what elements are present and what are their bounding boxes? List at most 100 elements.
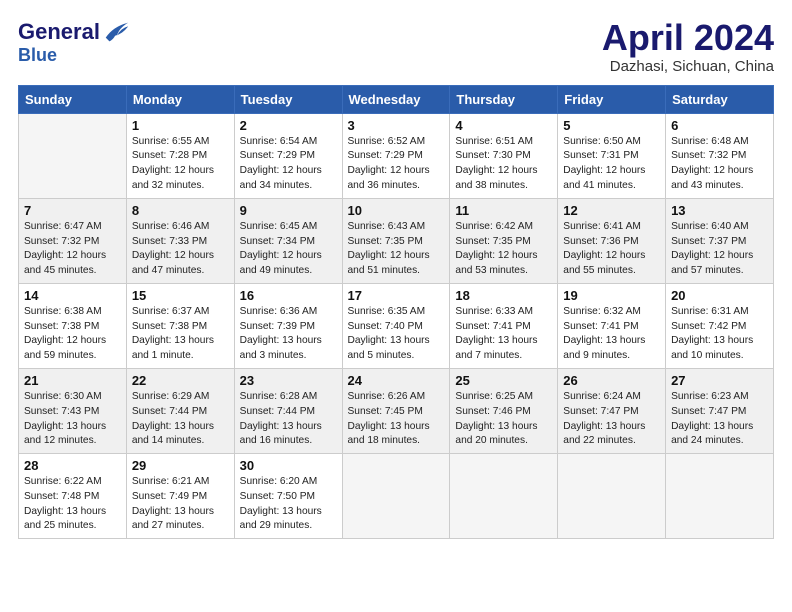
calendar-day-cell: 29 Sunrise: 6:21 AMSunset: 7:49 PMDayligh…	[126, 454, 234, 539]
day-number: 23	[240, 373, 337, 388]
weekday-header: Monday	[126, 85, 234, 113]
day-info: Sunrise: 6:24 AMSunset: 7:47 PMDaylight:…	[563, 390, 660, 449]
day-number: 10	[348, 203, 445, 218]
day-number: 30	[240, 458, 337, 473]
day-info: Sunrise: 6:52 AMSunset: 7:29 PMDaylight:…	[348, 135, 445, 194]
calendar-day-cell: 28 Sunrise: 6:22 AMSunset: 7:48 PMDayligh…	[19, 454, 127, 539]
calendar-day-cell: 3 Sunrise: 6:52 AMSunset: 7:29 PMDaylight…	[342, 113, 450, 198]
day-number: 2	[240, 118, 337, 133]
day-number: 14	[24, 288, 121, 303]
day-info: Sunrise: 6:47 AMSunset: 7:32 PMDaylight:…	[24, 220, 121, 279]
calendar-day-cell: 24 Sunrise: 6:26 AMSunset: 7:45 PMDayligh…	[342, 368, 450, 453]
day-number: 26	[563, 373, 660, 388]
calendar-day-cell	[450, 454, 558, 539]
day-number: 8	[132, 203, 229, 218]
day-number: 22	[132, 373, 229, 388]
day-number: 16	[240, 288, 337, 303]
day-info: Sunrise: 6:32 AMSunset: 7:41 PMDaylight:…	[563, 305, 660, 364]
day-info: Sunrise: 6:54 AMSunset: 7:29 PMDaylight:…	[240, 135, 337, 194]
header: General Blue April 2024 Dazhasi, Sichuan…	[18, 18, 774, 75]
calendar-day-cell	[19, 113, 127, 198]
calendar-day-cell: 25Sunrise: 6:25 AMSunset: 7:46 PMDayligh…	[450, 368, 558, 453]
day-number: 9	[240, 203, 337, 218]
day-info: Sunrise: 6:25 AMSunset: 7:46 PMDaylight:…	[455, 390, 552, 449]
day-number: 13	[671, 203, 768, 218]
calendar-day-cell: 16 Sunrise: 6:36 AMSunset: 7:39 PMDayligh…	[234, 283, 342, 368]
day-info: Sunrise: 6:43 AMSunset: 7:35 PMDaylight:…	[348, 220, 445, 279]
day-info: Sunrise: 6:37 AMSunset: 7:38 PMDaylight:…	[132, 305, 229, 364]
day-number: 11	[455, 203, 552, 218]
day-number: 15	[132, 288, 229, 303]
day-info: Sunrise: 6:50 AMSunset: 7:31 PMDaylight:…	[563, 135, 660, 194]
day-number: 21	[24, 373, 121, 388]
logo: General Blue	[18, 18, 130, 66]
day-info: Sunrise: 6:30 AMSunset: 7:43 PMDaylight:…	[24, 390, 121, 449]
day-number: 6	[671, 118, 768, 133]
weekday-header: Saturday	[666, 85, 774, 113]
day-info: Sunrise: 6:26 AMSunset: 7:45 PMDaylight:…	[348, 390, 445, 449]
calendar-day-cell: 7Sunrise: 6:47 AMSunset: 7:32 PMDaylight…	[19, 198, 127, 283]
day-info: Sunrise: 6:51 AMSunset: 7:30 PMDaylight:…	[455, 135, 552, 194]
day-info: Sunrise: 6:48 AMSunset: 7:32 PMDaylight:…	[671, 135, 768, 194]
day-info: Sunrise: 6:46 AMSunset: 7:33 PMDaylight:…	[132, 220, 229, 279]
day-info: Sunrise: 6:41 AMSunset: 7:36 PMDaylight:…	[563, 220, 660, 279]
day-number: 28	[24, 458, 121, 473]
calendar-day-cell: 30 Sunrise: 6:20 AMSunset: 7:50 PMDayligh…	[234, 454, 342, 539]
logo-text: General	[18, 21, 100, 43]
calendar-day-cell: 14 Sunrise: 6:38 AMSunset: 7:38 PMDayligh…	[19, 283, 127, 368]
day-info: Sunrise: 6:45 AMSunset: 7:34 PMDaylight:…	[240, 220, 337, 279]
weekday-header: Wednesday	[342, 85, 450, 113]
calendar-day-cell: 17Sunrise: 6:35 AMSunset: 7:40 PMDayligh…	[342, 283, 450, 368]
calendar-day-cell: 26 Sunrise: 6:24 AMSunset: 7:47 PMDayligh…	[558, 368, 666, 453]
calendar-day-cell: 15 Sunrise: 6:37 AMSunset: 7:38 PMDayligh…	[126, 283, 234, 368]
weekday-header: Tuesday	[234, 85, 342, 113]
day-number: 29	[132, 458, 229, 473]
day-info: Sunrise: 6:38 AMSunset: 7:38 PMDaylight:…	[24, 305, 121, 364]
calendar-day-cell: 20 Sunrise: 6:31 AMSunset: 7:42 PMDayligh…	[666, 283, 774, 368]
day-info: Sunrise: 6:22 AMSunset: 7:48 PMDaylight:…	[24, 475, 121, 534]
calendar-day-cell: 2 Sunrise: 6:54 AMSunset: 7:29 PMDaylight…	[234, 113, 342, 198]
location: Dazhasi, Sichuan, China	[602, 58, 774, 75]
calendar-week-row: 21 Sunrise: 6:30 AMSunset: 7:43 PMDayligh…	[19, 368, 774, 453]
day-info: Sunrise: 6:33 AMSunset: 7:41 PMDaylight:…	[455, 305, 552, 364]
day-number: 27	[671, 373, 768, 388]
calendar-day-cell	[558, 454, 666, 539]
calendar-day-cell: 5 Sunrise: 6:50 AMSunset: 7:31 PMDaylight…	[558, 113, 666, 198]
page-container: General Blue April 2024 Dazhasi, Sichuan…	[0, 0, 792, 557]
day-number: 12	[563, 203, 660, 218]
day-info: Sunrise: 6:23 AMSunset: 7:47 PMDaylight:…	[671, 390, 768, 449]
day-number: 19	[563, 288, 660, 303]
calendar-day-cell: 18 Sunrise: 6:33 AMSunset: 7:41 PMDayligh…	[450, 283, 558, 368]
calendar-day-cell: 6 Sunrise: 6:48 AMSunset: 7:32 PMDaylight…	[666, 113, 774, 198]
calendar-day-cell: 4Sunrise: 6:51 AMSunset: 7:30 PMDaylight…	[450, 113, 558, 198]
day-number: 20	[671, 288, 768, 303]
calendar-day-cell: 12 Sunrise: 6:41 AMSunset: 7:36 PMDayligh…	[558, 198, 666, 283]
calendar-week-row: 7Sunrise: 6:47 AMSunset: 7:32 PMDaylight…	[19, 198, 774, 283]
day-number: 5	[563, 118, 660, 133]
weekday-header: Friday	[558, 85, 666, 113]
calendar-week-row: 1 Sunrise: 6:55 AMSunset: 7:28 PMDaylight…	[19, 113, 774, 198]
day-info: Sunrise: 6:28 AMSunset: 7:44 PMDaylight:…	[240, 390, 337, 449]
calendar-day-cell: 21 Sunrise: 6:30 AMSunset: 7:43 PMDayligh…	[19, 368, 127, 453]
day-number: 1	[132, 118, 229, 133]
day-info: Sunrise: 6:55 AMSunset: 7:28 PMDaylight:…	[132, 135, 229, 194]
calendar-header-row: SundayMondayTuesdayWednesdayThursdayFrid…	[19, 85, 774, 113]
calendar-day-cell	[342, 454, 450, 539]
calendar-day-cell: 1 Sunrise: 6:55 AMSunset: 7:28 PMDaylight…	[126, 113, 234, 198]
day-info: Sunrise: 6:36 AMSunset: 7:39 PMDaylight:…	[240, 305, 337, 364]
logo-subtext: Blue	[18, 45, 57, 65]
day-info: Sunrise: 6:42 AMSunset: 7:35 PMDaylight:…	[455, 220, 552, 279]
day-info: Sunrise: 6:31 AMSunset: 7:42 PMDaylight:…	[671, 305, 768, 364]
day-info: Sunrise: 6:40 AMSunset: 7:37 PMDaylight:…	[671, 220, 768, 279]
day-number: 24	[348, 373, 445, 388]
calendar-week-row: 14 Sunrise: 6:38 AMSunset: 7:38 PMDayligh…	[19, 283, 774, 368]
calendar-day-cell: 10 Sunrise: 6:43 AMSunset: 7:35 PMDayligh…	[342, 198, 450, 283]
calendar-day-cell: 8 Sunrise: 6:46 AMSunset: 7:33 PMDaylight…	[126, 198, 234, 283]
day-info: Sunrise: 6:21 AMSunset: 7:49 PMDaylight:…	[132, 475, 229, 534]
calendar-week-row: 28 Sunrise: 6:22 AMSunset: 7:48 PMDayligh…	[19, 454, 774, 539]
day-info: Sunrise: 6:20 AMSunset: 7:50 PMDaylight:…	[240, 475, 337, 534]
day-number: 3	[348, 118, 445, 133]
calendar-day-cell: 13 Sunrise: 6:40 AMSunset: 7:37 PMDayligh…	[666, 198, 774, 283]
day-number: 18	[455, 288, 552, 303]
day-info: Sunrise: 6:29 AMSunset: 7:44 PMDaylight:…	[132, 390, 229, 449]
